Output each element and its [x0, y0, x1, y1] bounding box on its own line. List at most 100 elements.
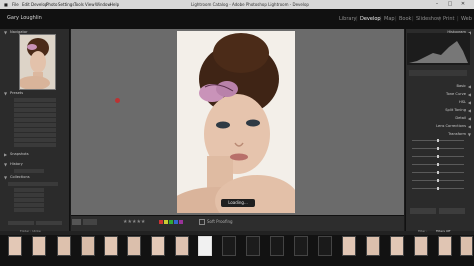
filmstrip-thumb[interactable] [342, 236, 356, 256]
collapse-triangle-icon[interactable]: ▼ [4, 29, 7, 36]
close-icon[interactable]: ✕ [458, 1, 468, 8]
module-slideshow[interactable]: Slideshow [416, 16, 441, 22]
copy-button[interactable] [8, 221, 34, 225]
preset-item[interactable] [14, 138, 56, 142]
collapse-triangle-icon[interactable]: ◀ [468, 123, 471, 130]
filmstrip-thumb[interactable] [438, 236, 452, 256]
transform-slider[interactable] [412, 155, 464, 158]
collapse-triangle-icon[interactable]: ▼ [4, 161, 7, 168]
transform-slider[interactable] [412, 187, 464, 190]
collection-item[interactable] [14, 208, 44, 212]
previous-button[interactable] [410, 208, 436, 214]
tone-curve-panel-header[interactable]: Tone Curve ◀ [409, 91, 472, 98]
collapse-triangle-icon[interactable]: ▼ [468, 131, 471, 138]
before-after-icon[interactable] [83, 219, 97, 225]
transform-slider[interactable] [412, 171, 464, 174]
collection-item[interactable] [14, 203, 44, 207]
menu-develop[interactable]: Develop [31, 0, 47, 9]
snapshots-panel-header[interactable]: ▶ Snapshots [2, 151, 66, 158]
filmstrip-thumb[interactable] [151, 236, 165, 256]
filmstrip-thumb[interactable] [366, 236, 380, 256]
label-blue[interactable] [174, 220, 178, 224]
slider-knob[interactable] [437, 155, 439, 158]
preset-item[interactable] [14, 123, 56, 127]
collapse-triangle-icon[interactable]: ◀ [468, 115, 471, 122]
slider-knob[interactable] [437, 139, 439, 142]
presets-panel-header[interactable]: ▼ Presets [2, 90, 66, 97]
histogram[interactable] [407, 33, 470, 65]
filmstrip-thumb[interactable] [414, 236, 428, 256]
module-book[interactable]: Book [399, 16, 411, 22]
menu-window[interactable]: Window [95, 0, 111, 9]
rating-stars[interactable]: ★★★★★ [123, 219, 157, 225]
transform-panel-header[interactable]: Transform ▼ [409, 131, 472, 138]
filmstrip-thumb[interactable] [104, 236, 118, 256]
label-red[interactable] [159, 220, 163, 224]
preset-item[interactable] [14, 113, 56, 117]
label-yellow[interactable] [164, 220, 168, 224]
reset-button[interactable] [439, 208, 465, 214]
preset-item[interactable] [14, 98, 56, 102]
collections-panel-header[interactable]: ▼ Collections [2, 174, 66, 181]
preset-item[interactable] [14, 103, 56, 107]
filmstrip-thumb[interactable] [8, 236, 22, 256]
loupe-view-icon[interactable] [72, 219, 81, 225]
collection-item[interactable] [14, 198, 44, 202]
filmstrip-thumb[interactable] [246, 236, 260, 256]
filmstrip-thumb[interactable] [81, 236, 95, 256]
module-web[interactable]: Web [461, 16, 472, 22]
collapse-triangle-icon[interactable]: ◀ [468, 91, 471, 98]
filmstrip-thumb[interactable] [270, 236, 284, 256]
menu-file[interactable]: File [12, 0, 19, 9]
main-photo[interactable] [177, 31, 295, 213]
module-map[interactable]: Map [384, 16, 395, 22]
transform-slider[interactable] [412, 163, 464, 166]
filmstrip-thumb[interactable] [127, 236, 141, 256]
slider-knob[interactable] [437, 187, 439, 190]
module-library[interactable]: Library [339, 16, 356, 22]
filter-dropdown[interactable]: Filters Off [436, 229, 450, 233]
history-item[interactable] [14, 169, 44, 173]
collection-set[interactable] [8, 182, 58, 186]
transform-slider[interactable] [412, 147, 464, 150]
filmstrip-source[interactable]: Folder : Ulrike [20, 229, 41, 233]
collection-item[interactable] [14, 188, 44, 192]
navigator-preview[interactable] [19, 34, 56, 90]
collapse-triangle-icon[interactable]: ▼ [4, 174, 7, 181]
minimize-icon[interactable]: – [432, 1, 442, 8]
detail-panel-header[interactable]: Detail ◀ [409, 115, 472, 122]
collapse-triangle-icon[interactable]: ◀ [468, 99, 471, 106]
maximize-icon[interactable]: □ [445, 1, 455, 8]
slider-knob[interactable] [437, 163, 439, 166]
filmstrip-thumb[interactable] [294, 236, 308, 256]
slider-knob[interactable] [437, 147, 439, 150]
menu-tools[interactable]: Tools [74, 0, 84, 9]
menu-edit[interactable]: Edit [22, 0, 30, 9]
filmstrip-thumb[interactable] [57, 236, 71, 256]
filmstrip-thumb[interactable] [390, 236, 404, 256]
preset-item[interactable] [14, 133, 56, 137]
split-toning-panel-header[interactable]: Split Toning ◀ [409, 107, 472, 114]
module-print[interactable]: Print [443, 16, 455, 22]
preset-item[interactable] [14, 143, 56, 147]
tool-strip[interactable] [409, 70, 467, 76]
filmstrip-thumb[interactable] [460, 236, 473, 256]
collection-item[interactable] [14, 193, 44, 197]
collapse-triangle-icon[interactable]: ▼ [4, 90, 7, 97]
history-panel-header[interactable]: ▼ History [2, 161, 66, 168]
paste-button[interactable] [36, 221, 62, 225]
filmstrip-thumb[interactable] [175, 236, 189, 256]
menu-view[interactable]: View [85, 0, 95, 9]
label-green[interactable] [169, 220, 173, 224]
collapse-triangle-icon[interactable]: ▶ [4, 151, 7, 158]
module-develop[interactable]: Develop [360, 16, 381, 22]
preset-item[interactable] [14, 128, 56, 132]
filmstrip-thumb[interactable] [222, 236, 236, 256]
hsl-panel-header[interactable]: HSL ◀ [409, 99, 472, 106]
basic-panel-header[interactable]: Basic ◀ [409, 83, 472, 90]
lens-corrections-panel-header[interactable]: Lens Corrections ◀ [409, 123, 472, 130]
transform-slider[interactable] [412, 179, 464, 182]
menu-photo[interactable]: Photo [46, 0, 57, 9]
slider-knob[interactable] [437, 179, 439, 182]
label-purple[interactable] [179, 220, 183, 224]
